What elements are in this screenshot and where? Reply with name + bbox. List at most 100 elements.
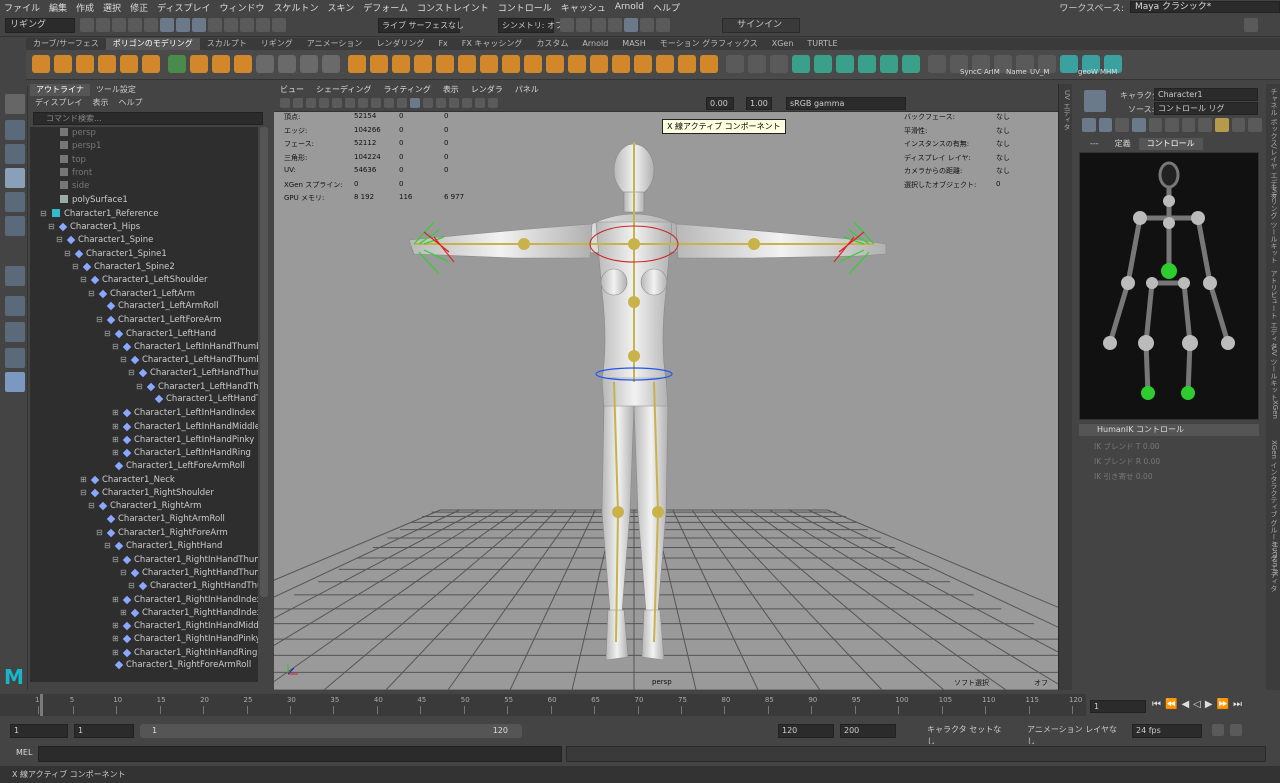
shelf-tab[interactable]: スカルプト (200, 38, 254, 50)
ambient-occlusion-icon[interactable] (449, 98, 459, 108)
current-frame-field[interactable]: 1 (1090, 700, 1146, 713)
render-frame-icon[interactable] (576, 18, 590, 32)
uv-editor-sidebar[interactable] (1058, 84, 1072, 690)
shelf-tool-icon[interactable] (726, 55, 744, 73)
shelf-tool-icon[interactable] (300, 55, 318, 73)
shelf-tool-icon[interactable] (568, 55, 586, 73)
outliner-item[interactable]: Character1_LeftHandT (144, 393, 258, 406)
menu-item[interactable]: デフォーム (363, 1, 408, 14)
layout-two-icon[interactable] (5, 322, 25, 342)
outliner-item[interactable]: ⊟ Character1_RightHand (104, 539, 222, 552)
expand-icon[interactable]: ⊞ (112, 420, 121, 433)
shadows-icon[interactable] (436, 98, 446, 108)
source-dropdown[interactable]: コントロール リグ (1154, 102, 1258, 115)
outliner-item[interactable]: ⊟ Character1_RightForeArm (96, 526, 228, 539)
viewport-menu-item[interactable]: パネル (509, 84, 545, 96)
menu-item[interactable]: コンストレイント (417, 1, 489, 14)
outliner-item[interactable]: ⊟ Character1_RightArm (88, 499, 201, 512)
menu-item[interactable]: キャッシュ (561, 1, 606, 14)
shelf-tool-icon[interactable] (590, 55, 608, 73)
key-icon[interactable] (1215, 118, 1229, 132)
menu-item[interactable]: ファイル (4, 1, 40, 14)
shelf-tool-icon[interactable] (370, 55, 388, 73)
sign-in-button[interactable]: サインイン (722, 18, 800, 33)
depth-of-field-icon[interactable] (475, 98, 485, 108)
expand-icon[interactable]: ⊞ (112, 632, 121, 645)
layout-outliner-icon[interactable] (5, 372, 25, 392)
ipr-render-icon[interactable] (592, 18, 606, 32)
outliner-item[interactable]: persp1 (48, 140, 101, 153)
live-surface-field[interactable]: ライブ サーフェスなし (378, 18, 464, 33)
xray-icon[interactable] (423, 98, 433, 108)
bookmark-icon[interactable] (306, 98, 316, 108)
shelf-tool-icon[interactable] (142, 55, 160, 73)
grid-toggle-icon[interactable] (332, 98, 342, 108)
outliner-item[interactable]: ⊞ Character1_LeftInHandPinky (112, 433, 254, 446)
resolution-gate-icon[interactable] (358, 98, 368, 108)
outliner-item[interactable]: ⊟ Character1_LeftInHandThumb (112, 340, 258, 353)
expand-icon[interactable]: ⊞ (112, 433, 121, 446)
shelf-tab[interactable]: アニメーション (300, 38, 370, 50)
wireframe-icon[interactable] (371, 98, 381, 108)
unpin-icon[interactable] (1198, 118, 1213, 132)
select-component-icon[interactable] (192, 18, 206, 32)
gamma-field[interactable]: 1.00 (746, 97, 772, 110)
stop-icon[interactable] (656, 18, 670, 32)
select-object-icon[interactable] (176, 18, 190, 32)
camera-select-icon[interactable] (280, 98, 290, 108)
mirror-icon[interactable] (1248, 118, 1263, 132)
shelf-tool-icon[interactable] (458, 55, 476, 73)
open-scene-icon[interactable] (96, 18, 110, 32)
collapse-icon[interactable]: ⊟ (80, 486, 89, 499)
scale-tool-icon[interactable] (5, 216, 25, 236)
shelf-tool-icon[interactable] (436, 55, 454, 73)
shelf-tab[interactable]: モーション グラフィックス (653, 38, 765, 50)
shelf-tool-icon[interactable] (858, 55, 876, 73)
outliner-item[interactable]: ⊟ Character1_LeftHandThumb (120, 353, 258, 366)
character-dropdown[interactable]: Character1 (1154, 88, 1258, 101)
shelf-script-label[interactable]: geoW (1078, 68, 1098, 76)
collapse-icon[interactable]: ⊟ (64, 247, 73, 260)
shelf-tool-icon[interactable] (54, 55, 72, 73)
smooth-shade-icon[interactable] (384, 98, 394, 108)
shelf-tool-icon[interactable] (524, 55, 542, 73)
side-tab[interactable]: アトリビュート エディタ (1267, 270, 1279, 349)
shelf-tool-icon[interactable] (76, 55, 94, 73)
shelf-tab[interactable]: カーブ/サーフェス (26, 38, 106, 50)
shelf-script-label[interactable]: Name (1006, 68, 1027, 76)
shelf-tool-icon[interactable] (414, 55, 432, 73)
menu-item[interactable]: コントロール (498, 1, 552, 14)
shelf-tool-icon[interactable] (168, 55, 186, 73)
outliner-item[interactable]: ⊞ Character1_Neck (80, 473, 175, 486)
body-part-icon[interactable] (1115, 118, 1129, 132)
fk-ik-icon[interactable] (1082, 118, 1096, 132)
outliner-item[interactable]: ⊟ Character1_RightShoulder (80, 486, 214, 499)
menu-set-dropdown[interactable]: リギング (5, 18, 75, 33)
menu-item[interactable]: ヘルプ (653, 1, 680, 14)
tab-controls[interactable]: コントロール (1138, 138, 1203, 150)
menu-item[interactable]: 作成 (76, 1, 94, 14)
pause-icon[interactable] (640, 18, 654, 32)
shelf-tab[interactable]: Arnold (575, 38, 615, 50)
shelf-tool-icon[interactable] (392, 55, 410, 73)
tab-none[interactable]: --- (1082, 138, 1107, 150)
outliner-item[interactable]: ⊞ Character1_LeftInHandIndex (112, 406, 255, 419)
ik-blend-t-slider[interactable]: IK ブレンド T 0.00 (1094, 441, 1160, 452)
shelf-tool-icon[interactable] (814, 55, 832, 73)
viewport-menu-item[interactable]: ビュー (274, 84, 310, 96)
outliner-item[interactable]: side (48, 180, 89, 193)
collapse-icon[interactable]: ⊟ (48, 220, 57, 233)
expand-icon[interactable]: ⊞ (112, 593, 121, 606)
tab-outliner[interactable]: アウトライナ (30, 84, 90, 96)
outliner-item[interactable]: ⊞ Character1_RightInHandMiddle (112, 619, 258, 632)
collapse-icon[interactable]: ⊟ (72, 260, 81, 273)
gear-icon[interactable] (1244, 18, 1258, 32)
pin-translate-icon[interactable] (1148, 118, 1163, 132)
full-body-icon[interactable] (1098, 118, 1113, 132)
viewport-menu-item[interactable]: レンダラ (465, 84, 509, 96)
shelf-tab[interactable]: カスタム (529, 38, 575, 50)
humanik-controls-section[interactable]: HumanIK コントロール (1079, 424, 1259, 436)
outliner-item[interactable]: ⊟ Character1_Spine1 (64, 247, 167, 260)
outliner-item[interactable]: ⊟ Character1_LeftShoulder (80, 273, 207, 286)
menu-item[interactable]: 修正 (130, 1, 148, 14)
